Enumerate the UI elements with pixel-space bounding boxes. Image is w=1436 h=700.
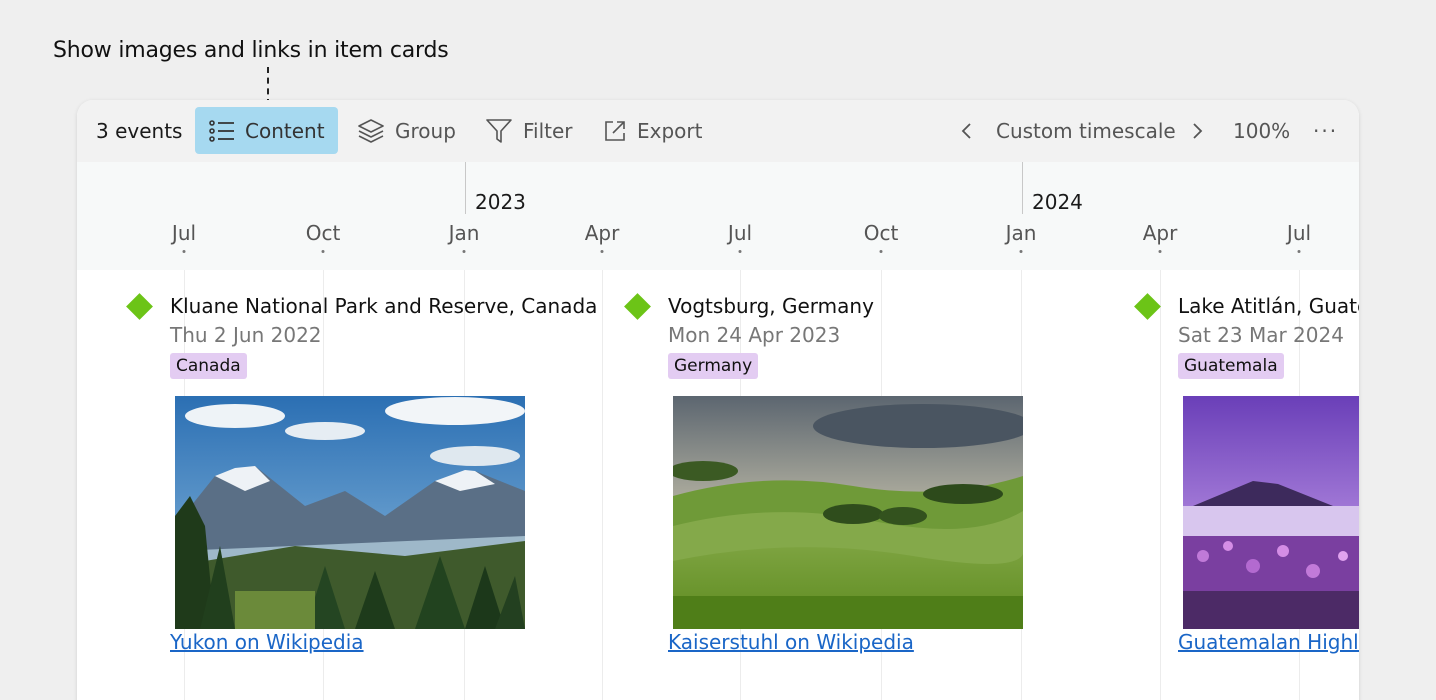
year-label: 2023: [475, 190, 526, 214]
event-date: Mon 24 Apr 2023: [668, 323, 841, 347]
more-options-button[interactable]: ···: [1313, 107, 1338, 154]
event-date: Thu 2 Jun 2022: [170, 323, 322, 347]
event-title: Vogtsburg, Germany: [668, 294, 874, 318]
chevron-right-icon: [1193, 122, 1203, 139]
content-button[interactable]: Content: [195, 107, 338, 154]
events-count: 3 events: [96, 118, 183, 143]
export-button[interactable]: Export: [603, 107, 702, 154]
tick-dot: [879, 250, 883, 253]
tick-dot: [321, 250, 325, 253]
year-divider: [465, 162, 466, 214]
event-title: Kluane National Park and Reserve, Canada: [170, 294, 598, 318]
tick-dot: [1019, 250, 1023, 253]
tick-label: Apr: [584, 221, 620, 245]
event-marker: [1134, 293, 1161, 320]
event-tag[interactable]: Germany: [668, 353, 759, 379]
filter-button[interactable]: Filter: [485, 107, 573, 154]
grid-line: [602, 270, 603, 700]
event-tag[interactable]: Canada: [170, 353, 247, 379]
tick-dot: [1158, 250, 1162, 253]
tick-dot: [600, 250, 604, 253]
list-icon: [209, 119, 234, 142]
tick-dot: [1297, 250, 1301, 253]
event-tag[interactable]: Guatemala: [1178, 353, 1284, 379]
event-title: Lake Atitlán, Guatemala: [1178, 294, 1359, 318]
export-icon: [605, 120, 625, 141]
next-timescale-button[interactable]: [1190, 107, 1214, 154]
event-image-lake: [1183, 396, 1359, 629]
event-image-meadow: [673, 396, 1023, 629]
tick-dot: [182, 250, 186, 253]
tick-label: Jul: [171, 221, 197, 245]
event-image-mountains: [175, 396, 525, 629]
timeline-window: 3 events Content Group Filter Export Cus…: [77, 100, 1359, 700]
tick-label: Oct: [863, 221, 899, 245]
tick-dot: [462, 250, 466, 253]
event-marker: [624, 293, 651, 320]
year-divider: [1022, 162, 1023, 214]
tick-label: Jan: [448, 221, 480, 245]
event-date: Sat 23 Mar 2024: [1178, 323, 1344, 347]
tick-label: Jan: [1005, 221, 1037, 245]
tick-label: Apr: [1142, 221, 1178, 245]
group-button-label: Group: [395, 118, 456, 143]
tick-label: Jul: [727, 221, 753, 245]
timeline-axis: 2023 2024 Jul Oct Jan Apr Jul Oct Jan Ap…: [77, 162, 1359, 270]
event-marker: [126, 293, 153, 320]
filter-icon: [486, 118, 512, 143]
export-button-label: Export: [637, 118, 703, 143]
timescale-selector[interactable]: Custom timescale: [996, 107, 1176, 154]
group-button[interactable]: Group: [357, 107, 456, 154]
zoom-level[interactable]: 100%: [1233, 107, 1290, 154]
year-label: 2024: [1032, 190, 1083, 214]
event-link[interactable]: Kaiserstuhl on Wikipedia: [668, 630, 914, 654]
event-link[interactable]: Yukon on Wikipedia: [170, 630, 364, 654]
layers-icon: [358, 118, 384, 143]
event-link[interactable]: Guatemalan Highlands on Wikipedia: [1178, 630, 1359, 654]
tick-label: Jul: [1286, 221, 1312, 245]
prev-timescale-button[interactable]: [960, 107, 984, 154]
tick-dot: [738, 250, 742, 253]
grid-line: [1160, 270, 1161, 700]
tick-label: Oct: [305, 221, 341, 245]
chevron-left-icon: [961, 122, 971, 139]
toolbar: 3 events Content Group Filter Export Cus…: [77, 100, 1359, 162]
callout-text: Show images and links in item cards: [53, 38, 449, 63]
filter-button-label: Filter: [523, 118, 573, 143]
content-button-label: Content: [245, 118, 325, 143]
